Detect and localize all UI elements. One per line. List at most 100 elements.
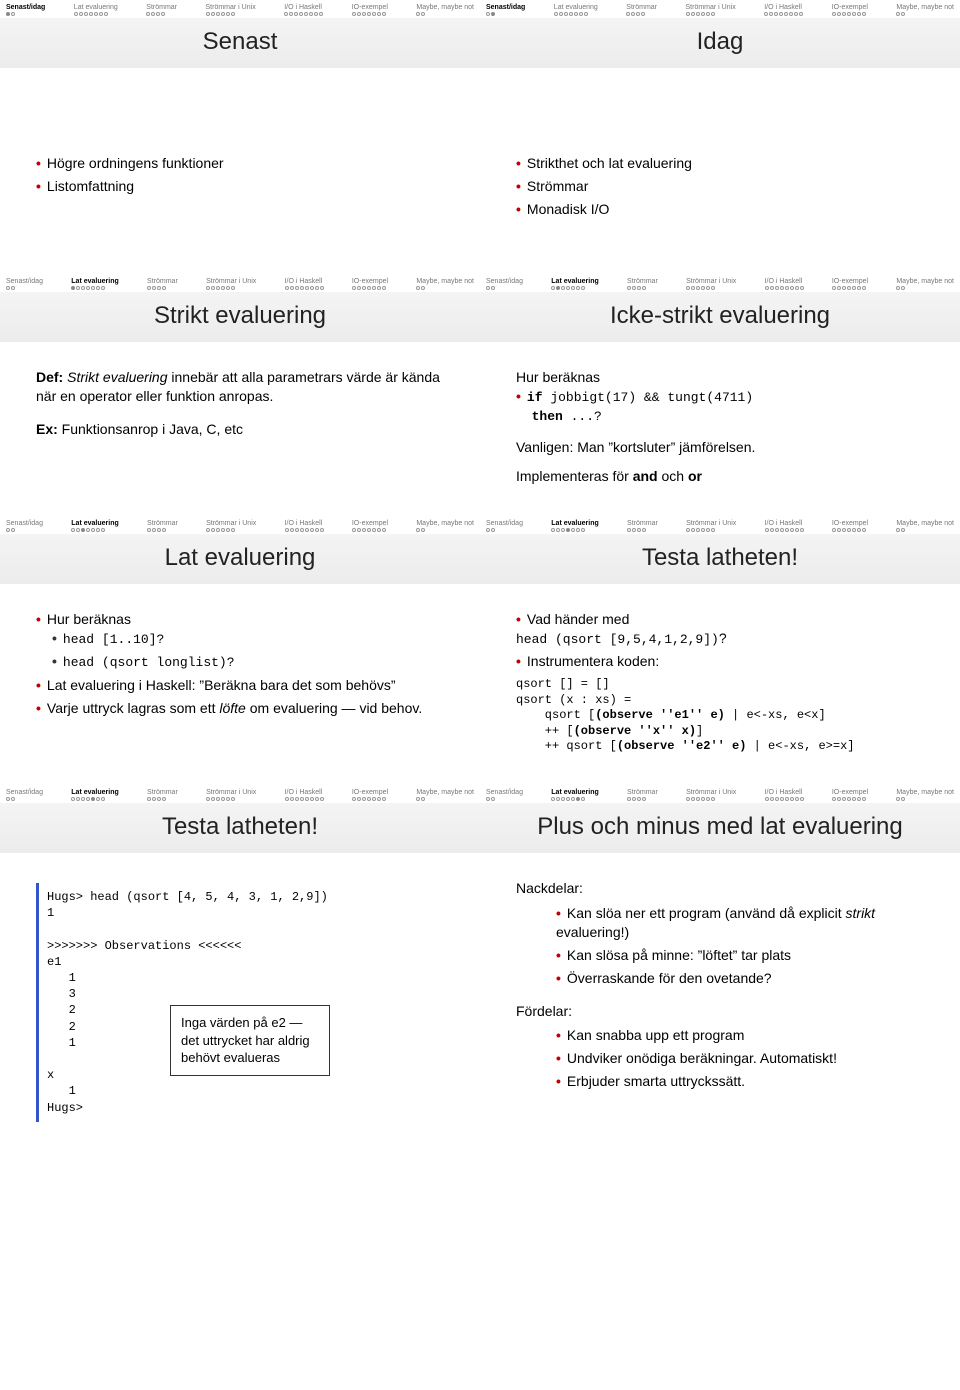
nav-dot [372, 12, 376, 16]
nav-dots [686, 797, 736, 801]
nav-dot [799, 12, 803, 16]
nav-section[interactable]: Strömmar [626, 4, 657, 16]
slide-body: Vad händer medhead (qsort [9,5,4,1,2,9])… [480, 590, 960, 785]
nav-dot [362, 12, 366, 16]
nav-section[interactable]: Strömmar i Unix [206, 278, 256, 290]
nav-section[interactable]: Senast/idag [486, 4, 525, 16]
nav-section[interactable]: Maybe, maybe not [896, 789, 954, 801]
nav-section[interactable]: Strömmar [147, 789, 178, 801]
nav-section[interactable]: Senast/idag [6, 278, 43, 290]
nav-section[interactable]: I/O i Haskell [285, 520, 324, 532]
nav-section[interactable]: Senast/idag [6, 4, 45, 16]
nav-dot [147, 797, 151, 801]
nav-section[interactable]: Strömmar i Unix [686, 4, 736, 16]
nav-dot [627, 797, 631, 801]
nav-section[interactable]: Strömmar [627, 789, 658, 801]
nav-section[interactable]: Lat evaluering [554, 4, 598, 16]
nav-section[interactable]: Lat evaluering [71, 520, 118, 532]
nav-section[interactable]: Strömmar [146, 4, 177, 16]
nav-section[interactable]: I/O i Haskell [764, 4, 803, 16]
nav-section[interactable]: IO-exempel [352, 789, 388, 801]
nav-dot [486, 286, 490, 290]
slide-body: Hugs> head (qsort [4, 5, 4, 3, 1, 2,9]) … [0, 859, 480, 1152]
nav-section[interactable]: Senast/idag [486, 789, 523, 801]
nav-dot [857, 286, 861, 290]
nav-section[interactable]: Lat evaluering [551, 789, 598, 801]
nav-dot [691, 12, 695, 16]
nav-dot [377, 286, 381, 290]
nav-section[interactable]: Strömmar [627, 520, 658, 532]
slide-body: Nackdelar:Kan slöa ner ett program (anvä… [480, 859, 960, 1125]
nav-label: Strömmar [146, 4, 177, 11]
nav-section[interactable]: Strömmar i Unix [686, 278, 736, 290]
nav-label: Maybe, maybe not [896, 789, 954, 796]
nav-dot [315, 797, 319, 801]
nav-dot [701, 528, 705, 532]
nav-section[interactable]: Strömmar i Unix [206, 789, 256, 801]
nav-section[interactable]: I/O i Haskell [765, 278, 804, 290]
nav-section[interactable]: Senast/idag [6, 789, 43, 801]
nav-section[interactable]: Maybe, maybe not [416, 278, 474, 290]
nav-section[interactable]: Strömmar i Unix [206, 4, 256, 16]
nav-section[interactable]: Strömmar i Unix [686, 520, 736, 532]
nav-section[interactable]: IO-exempel [832, 520, 868, 532]
nav-dot [765, 286, 769, 290]
nav-section[interactable]: Strömmar [147, 520, 178, 532]
slide-title: Icke-strikt evaluering [480, 292, 960, 342]
nav-section[interactable]: Lat evaluering [551, 520, 598, 532]
nav-dot [76, 797, 80, 801]
nav-section[interactable]: Lat evaluering [71, 278, 118, 290]
nav-section[interactable]: Strömmar [147, 278, 178, 290]
terminal-output: Hugs> head (qsort [4, 5, 4, 3, 1, 2,9]) … [36, 883, 450, 1122]
nav-section[interactable]: Lat evaluering [551, 278, 598, 290]
nav-dots [206, 12, 256, 16]
nav-section[interactable]: Maybe, maybe not [416, 4, 474, 16]
nav-section[interactable]: Maybe, maybe not [896, 278, 954, 290]
slide: Senast/idag Lat evaluering Strömmar Strömma… [480, 274, 960, 516]
nav-bar: Senast/idag Lat evaluering Strömmar Strömma… [0, 516, 480, 534]
nav-section[interactable]: Lat evaluering [71, 789, 118, 801]
nav-dot [706, 12, 710, 16]
nav-dot [775, 286, 779, 290]
nav-dot [686, 12, 690, 16]
nav-section[interactable]: I/O i Haskell [765, 520, 804, 532]
nav-section[interactable]: IO-exempel [832, 278, 868, 290]
nav-dots [896, 286, 954, 290]
nav-section[interactable]: Maybe, maybe not [416, 789, 474, 801]
nav-dot [319, 12, 323, 16]
nav-section[interactable]: Senast/idag [486, 520, 523, 532]
nav-dot [857, 12, 861, 16]
nav-dot [770, 797, 774, 801]
nav-section[interactable]: Strömmar [627, 278, 658, 290]
nav-section[interactable]: IO-exempel [832, 4, 868, 16]
nav-section[interactable]: Senast/idag [6, 520, 43, 532]
nav-dot [231, 12, 235, 16]
nav-section[interactable]: I/O i Haskell [285, 278, 324, 290]
nav-dot [896, 286, 900, 290]
nav-section[interactable]: Maybe, maybe not [896, 520, 954, 532]
nav-dot [11, 528, 15, 532]
bullet-list: Kan snabba upp ett programUndviker onödi… [556, 1026, 930, 1091]
nav-dot [486, 12, 490, 16]
nav-section[interactable]: IO-exempel [832, 789, 868, 801]
nav-section[interactable]: I/O i Haskell [285, 789, 324, 801]
nav-section[interactable]: IO-exempel [352, 4, 388, 16]
nav-section[interactable]: I/O i Haskell [284, 4, 323, 16]
nav-label: IO-exempel [832, 520, 868, 527]
nav-section[interactable]: Lat evaluering [74, 4, 118, 16]
nav-section[interactable]: Senast/idag [486, 278, 523, 290]
nav-section[interactable]: Maybe, maybe not [416, 520, 474, 532]
nav-dot [571, 286, 575, 290]
slide-title: Senast [0, 18, 480, 68]
nav-section[interactable]: IO-exempel [352, 278, 388, 290]
nav-label: Maybe, maybe not [416, 789, 474, 796]
nav-dot [6, 797, 10, 801]
nav-dot [765, 797, 769, 801]
lead-text: Hur beräknas [516, 368, 930, 387]
nav-section[interactable]: Strömmar i Unix [686, 789, 736, 801]
nav-section[interactable]: I/O i Haskell [765, 789, 804, 801]
nav-section[interactable]: Maybe, maybe not [896, 4, 954, 16]
nav-section[interactable]: Strömmar i Unix [206, 520, 256, 532]
nav-section[interactable]: IO-exempel [352, 520, 388, 532]
sub-item: head (qsort longlist)? [52, 652, 450, 672]
